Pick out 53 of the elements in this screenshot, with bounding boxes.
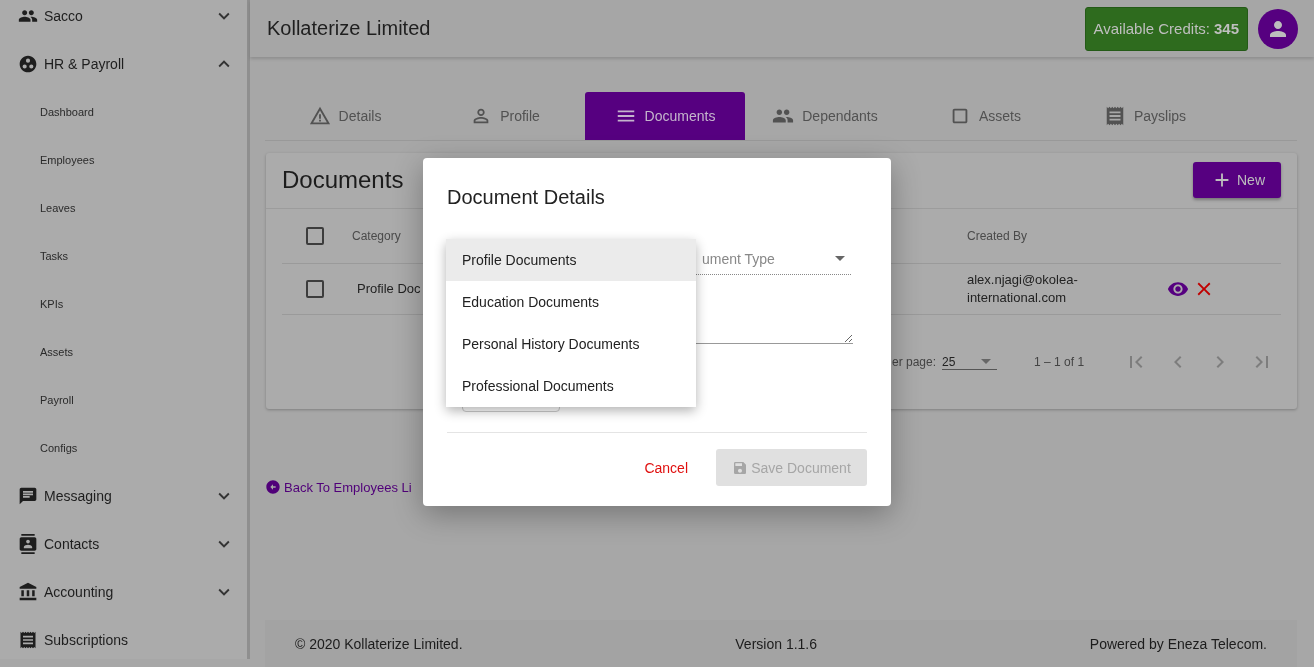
- dialog-title: Document Details: [447, 186, 606, 209]
- caret-icon: [835, 256, 845, 261]
- version-text: Version 1.1.6: [735, 635, 818, 652]
- warning-icon: [308, 105, 331, 127]
- credits-badge: Available Credits: 345: [1084, 6, 1248, 51]
- tab[interactable]: Dependants: [745, 92, 905, 140]
- table-cell-text: alex.njagi@okolea-international.com: [967, 271, 1079, 308]
- table-cell-text: Profile Doc: [357, 280, 422, 299]
- menu-item[interactable]: Professional Documents: [446, 365, 696, 407]
- checkbox[interactable]: [306, 280, 324, 299]
- tab[interactable]: Assets: [905, 92, 1065, 140]
- sidebar-item[interactable]: Employees: [0, 136, 247, 184]
- arrow-left-icon: [265, 479, 281, 495]
- sidebar-group[interactable]: HR & Payroll: [0, 40, 247, 88]
- sidebar-group[interactable]: Subscriptions: [0, 616, 247, 659]
- tab[interactable]: Profile: [425, 92, 585, 140]
- menu-item[interactable]: Education Documents: [446, 281, 696, 323]
- tab[interactable]: Documents: [585, 92, 745, 140]
- copyright-text: © 2020 Kollaterize Limited.: [295, 635, 463, 652]
- sidebar-item[interactable]: Tasks: [0, 232, 247, 280]
- rows-per-page-select[interactable]: 25: [942, 354, 998, 370]
- sidebar-group[interactable]: Sacco: [0, 0, 247, 40]
- avatar-button[interactable]: [1258, 8, 1298, 49]
- sidebar-item[interactable]: Payroll: [0, 376, 247, 424]
- tab[interactable]: Details: [265, 92, 425, 140]
- group-icon: [18, 54, 38, 74]
- receipt-icon: [18, 630, 38, 650]
- powered-by-text: Powered by Eneza Telecom.: [1089, 635, 1267, 652]
- sidebar-group[interactable]: Messaging: [0, 472, 247, 520]
- save-icon: [732, 459, 749, 476]
- sidebar-item[interactable]: Assets: [0, 328, 247, 376]
- sidebar-item[interactable]: Configs: [0, 424, 247, 472]
- column-header: Created By: [967, 229, 1029, 244]
- column-header: Category: [352, 229, 402, 244]
- sidebar-item[interactable]: KPIs: [0, 280, 247, 328]
- cancel-button[interactable]: Cancel: [638, 458, 694, 477]
- new-button[interactable]: New: [1193, 162, 1281, 199]
- page-range: 1 – 1 of 1: [1034, 355, 1085, 370]
- tab[interactable]: Payslips: [1065, 92, 1225, 140]
- company-title: Kollaterize Limited: [267, 17, 432, 40]
- menu-item[interactable]: Profile Documents: [446, 239, 696, 281]
- contacts-icon: [18, 534, 38, 554]
- rows-per-page-label: er page:: [892, 355, 937, 370]
- checkbox[interactable]: [306, 227, 324, 246]
- sidebar-item[interactable]: Leaves: [0, 184, 247, 232]
- menu-item[interactable]: Personal History Documents: [446, 323, 696, 365]
- card-title: Documents: [282, 166, 404, 195]
- sidebar-item[interactable]: Dashboard: [0, 88, 247, 136]
- bank-icon: [18, 582, 38, 602]
- sidebar-group[interactable]: Contacts: [0, 520, 247, 568]
- caret-icon: [981, 359, 992, 365]
- sidebar-group[interactable]: Accounting: [0, 568, 247, 616]
- chat-icon: [18, 486, 38, 506]
